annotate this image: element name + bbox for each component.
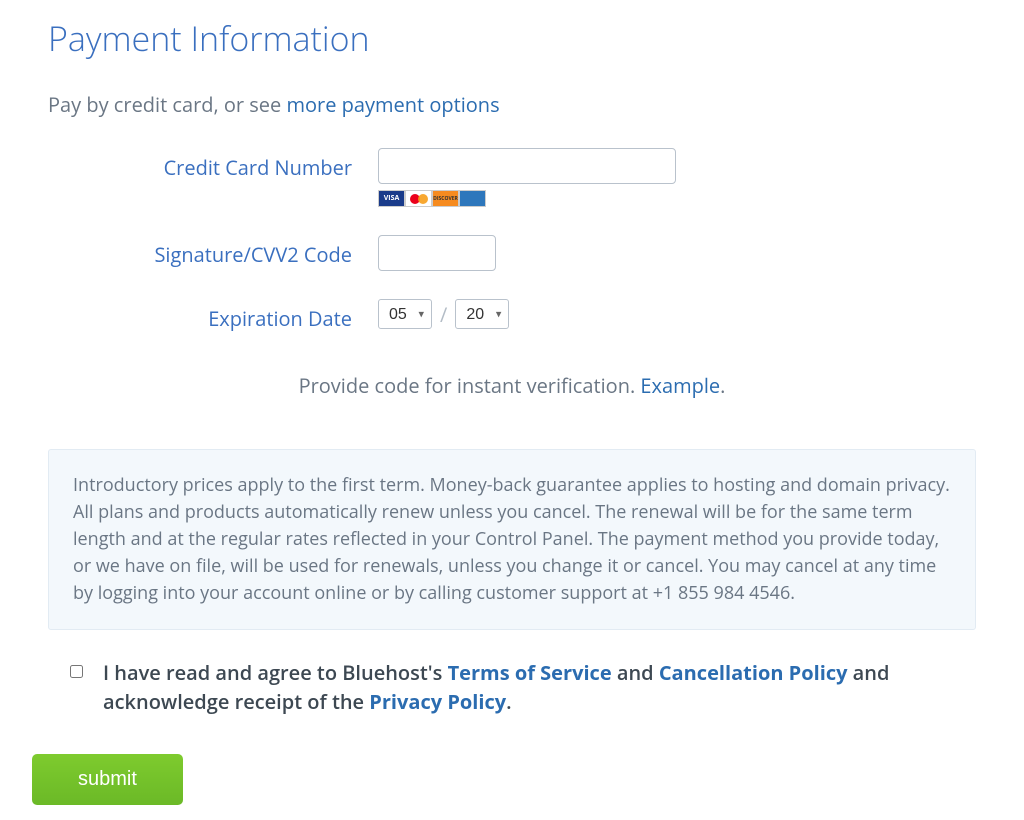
privacy-policy-link[interactable]: Privacy Policy bbox=[369, 688, 506, 715]
row-expiration: Expiration Date 05 / 20 bbox=[48, 299, 976, 332]
card-brand-logos: VISA DISCOVER bbox=[378, 190, 676, 207]
expiration-month-select[interactable]: 05 bbox=[378, 299, 432, 329]
label-expiration: Expiration Date bbox=[48, 299, 378, 332]
label-card-number: Credit Card Number bbox=[48, 148, 378, 181]
agree-p4: . bbox=[506, 688, 511, 715]
row-card-number: Credit Card Number VISA DISCOVER bbox=[48, 148, 976, 207]
agree-text: I have read and agree to Bluehost's Term… bbox=[103, 658, 976, 716]
verify-prefix: Provide code for instant verification. bbox=[299, 372, 641, 399]
card-number-input[interactable] bbox=[378, 148, 676, 184]
expiration-year-select[interactable]: 20 bbox=[455, 299, 509, 329]
cvv-input[interactable] bbox=[378, 235, 496, 271]
verify-example-link[interactable]: Example bbox=[640, 372, 720, 399]
terms-of-service-link[interactable]: Terms of Service bbox=[448, 659, 612, 686]
agree-checkbox[interactable] bbox=[70, 665, 83, 678]
submit-button[interactable]: submit bbox=[32, 754, 183, 805]
pay-intro-text: Pay by credit card, or see bbox=[48, 91, 286, 118]
agree-p1: I have read and agree to Bluehost's bbox=[103, 659, 448, 686]
agree-p2: and bbox=[612, 659, 659, 686]
discover-icon: DISCOVER bbox=[432, 190, 459, 207]
pay-intro: Pay by credit card, or see more payment … bbox=[48, 91, 976, 118]
expiration-separator: / bbox=[438, 301, 449, 328]
mastercard-icon bbox=[405, 190, 432, 207]
row-cvv: Signature/CVV2 Code bbox=[48, 235, 976, 271]
more-payment-options-link[interactable]: more payment options bbox=[286, 91, 499, 118]
amex-icon bbox=[459, 190, 486, 207]
label-cvv: Signature/CVV2 Code bbox=[48, 235, 378, 268]
visa-icon: VISA bbox=[378, 190, 405, 207]
terms-box: Introductory prices apply to the first t… bbox=[48, 449, 976, 630]
page-title: Payment Information bbox=[48, 15, 976, 61]
agree-row: I have read and agree to Bluehost's Term… bbox=[48, 658, 976, 716]
verify-text: Provide code for instant verification. E… bbox=[48, 372, 976, 399]
cancellation-policy-link[interactable]: Cancellation Policy bbox=[659, 659, 848, 686]
verify-suffix: . bbox=[720, 372, 725, 399]
